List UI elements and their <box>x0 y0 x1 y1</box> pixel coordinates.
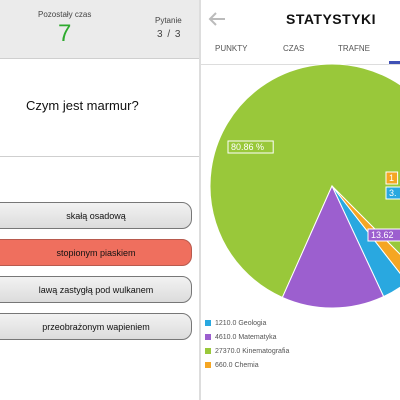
legend-item-kinematografia: 27370.0 Kinematografia <box>205 344 289 358</box>
time-remaining-value: 7 <box>58 20 72 47</box>
legend-swatch <box>205 320 211 326</box>
question-counter-label: Pytanie <box>155 16 182 25</box>
question-area: Czym jest marmur? <box>0 60 200 157</box>
quiz-header: Pozostały czas 7 Pytanie 3 / 3 <box>0 0 200 59</box>
legend-swatch <box>205 362 211 368</box>
question-counter-value: 3 / 3 <box>157 29 182 40</box>
answer-button-1[interactable]: skałą osadową <box>0 202 192 229</box>
statistics-header: STATYSTYKI <box>201 0 400 38</box>
page-title: STATYSTYKI <box>286 11 377 27</box>
statistics-panel: STATYSTYKI PUNKTY CZAS TRAFNE 80.86 % 13.… <box>201 0 400 400</box>
legend-label: 1210.0 Geologia <box>215 319 267 327</box>
tab-bar: PUNKTY CZAS TRAFNE <box>201 38 400 65</box>
data-label-1: 13.62 <box>371 230 394 240</box>
legend-swatch <box>205 348 211 354</box>
tab-points[interactable]: PUNKTY <box>215 44 247 53</box>
legend-label: 660.0 Chemia <box>215 361 259 369</box>
tab-correct[interactable]: TRAFNE <box>338 44 370 53</box>
legend-item-chemia: 660.0 Chemia <box>205 358 289 372</box>
answer-button-3[interactable]: lawą zastygłą pod wulkanem <box>0 276 192 303</box>
question-text: Czym jest marmur? <box>26 98 139 113</box>
legend-item-geologia: 1210.0 Geologia <box>205 316 289 330</box>
answer-button-2-wrong[interactable]: stopionym piaskiem <box>0 239 192 266</box>
legend-label: 4610.0 Matematyka <box>215 333 277 341</box>
pie-chart: 80.86 % 13.62 3. 1 <box>209 64 400 309</box>
arrow-left-icon[interactable] <box>207 11 227 27</box>
time-remaining-label: Pozostały czas <box>38 10 92 19</box>
answer-button-4[interactable]: przeobrażonym wapieniem <box>0 313 192 340</box>
legend-label: 27370.0 Kinematografia <box>215 347 290 355</box>
legend-item-matematyka: 4610.0 Matematyka <box>205 330 289 344</box>
data-label-2: 3. <box>389 188 397 198</box>
chart-legend: 1210.0 Geologia 4610.0 Matematyka 27370.… <box>205 316 289 372</box>
tab-time[interactable]: CZAS <box>283 44 304 53</box>
data-label-3: 1 <box>389 173 394 183</box>
quiz-panel: Pozostały czas 7 Pytanie 3 / 3 Czym jest… <box>0 0 200 400</box>
data-label-0: 80.86 % <box>231 142 264 152</box>
legend-swatch <box>205 334 211 340</box>
